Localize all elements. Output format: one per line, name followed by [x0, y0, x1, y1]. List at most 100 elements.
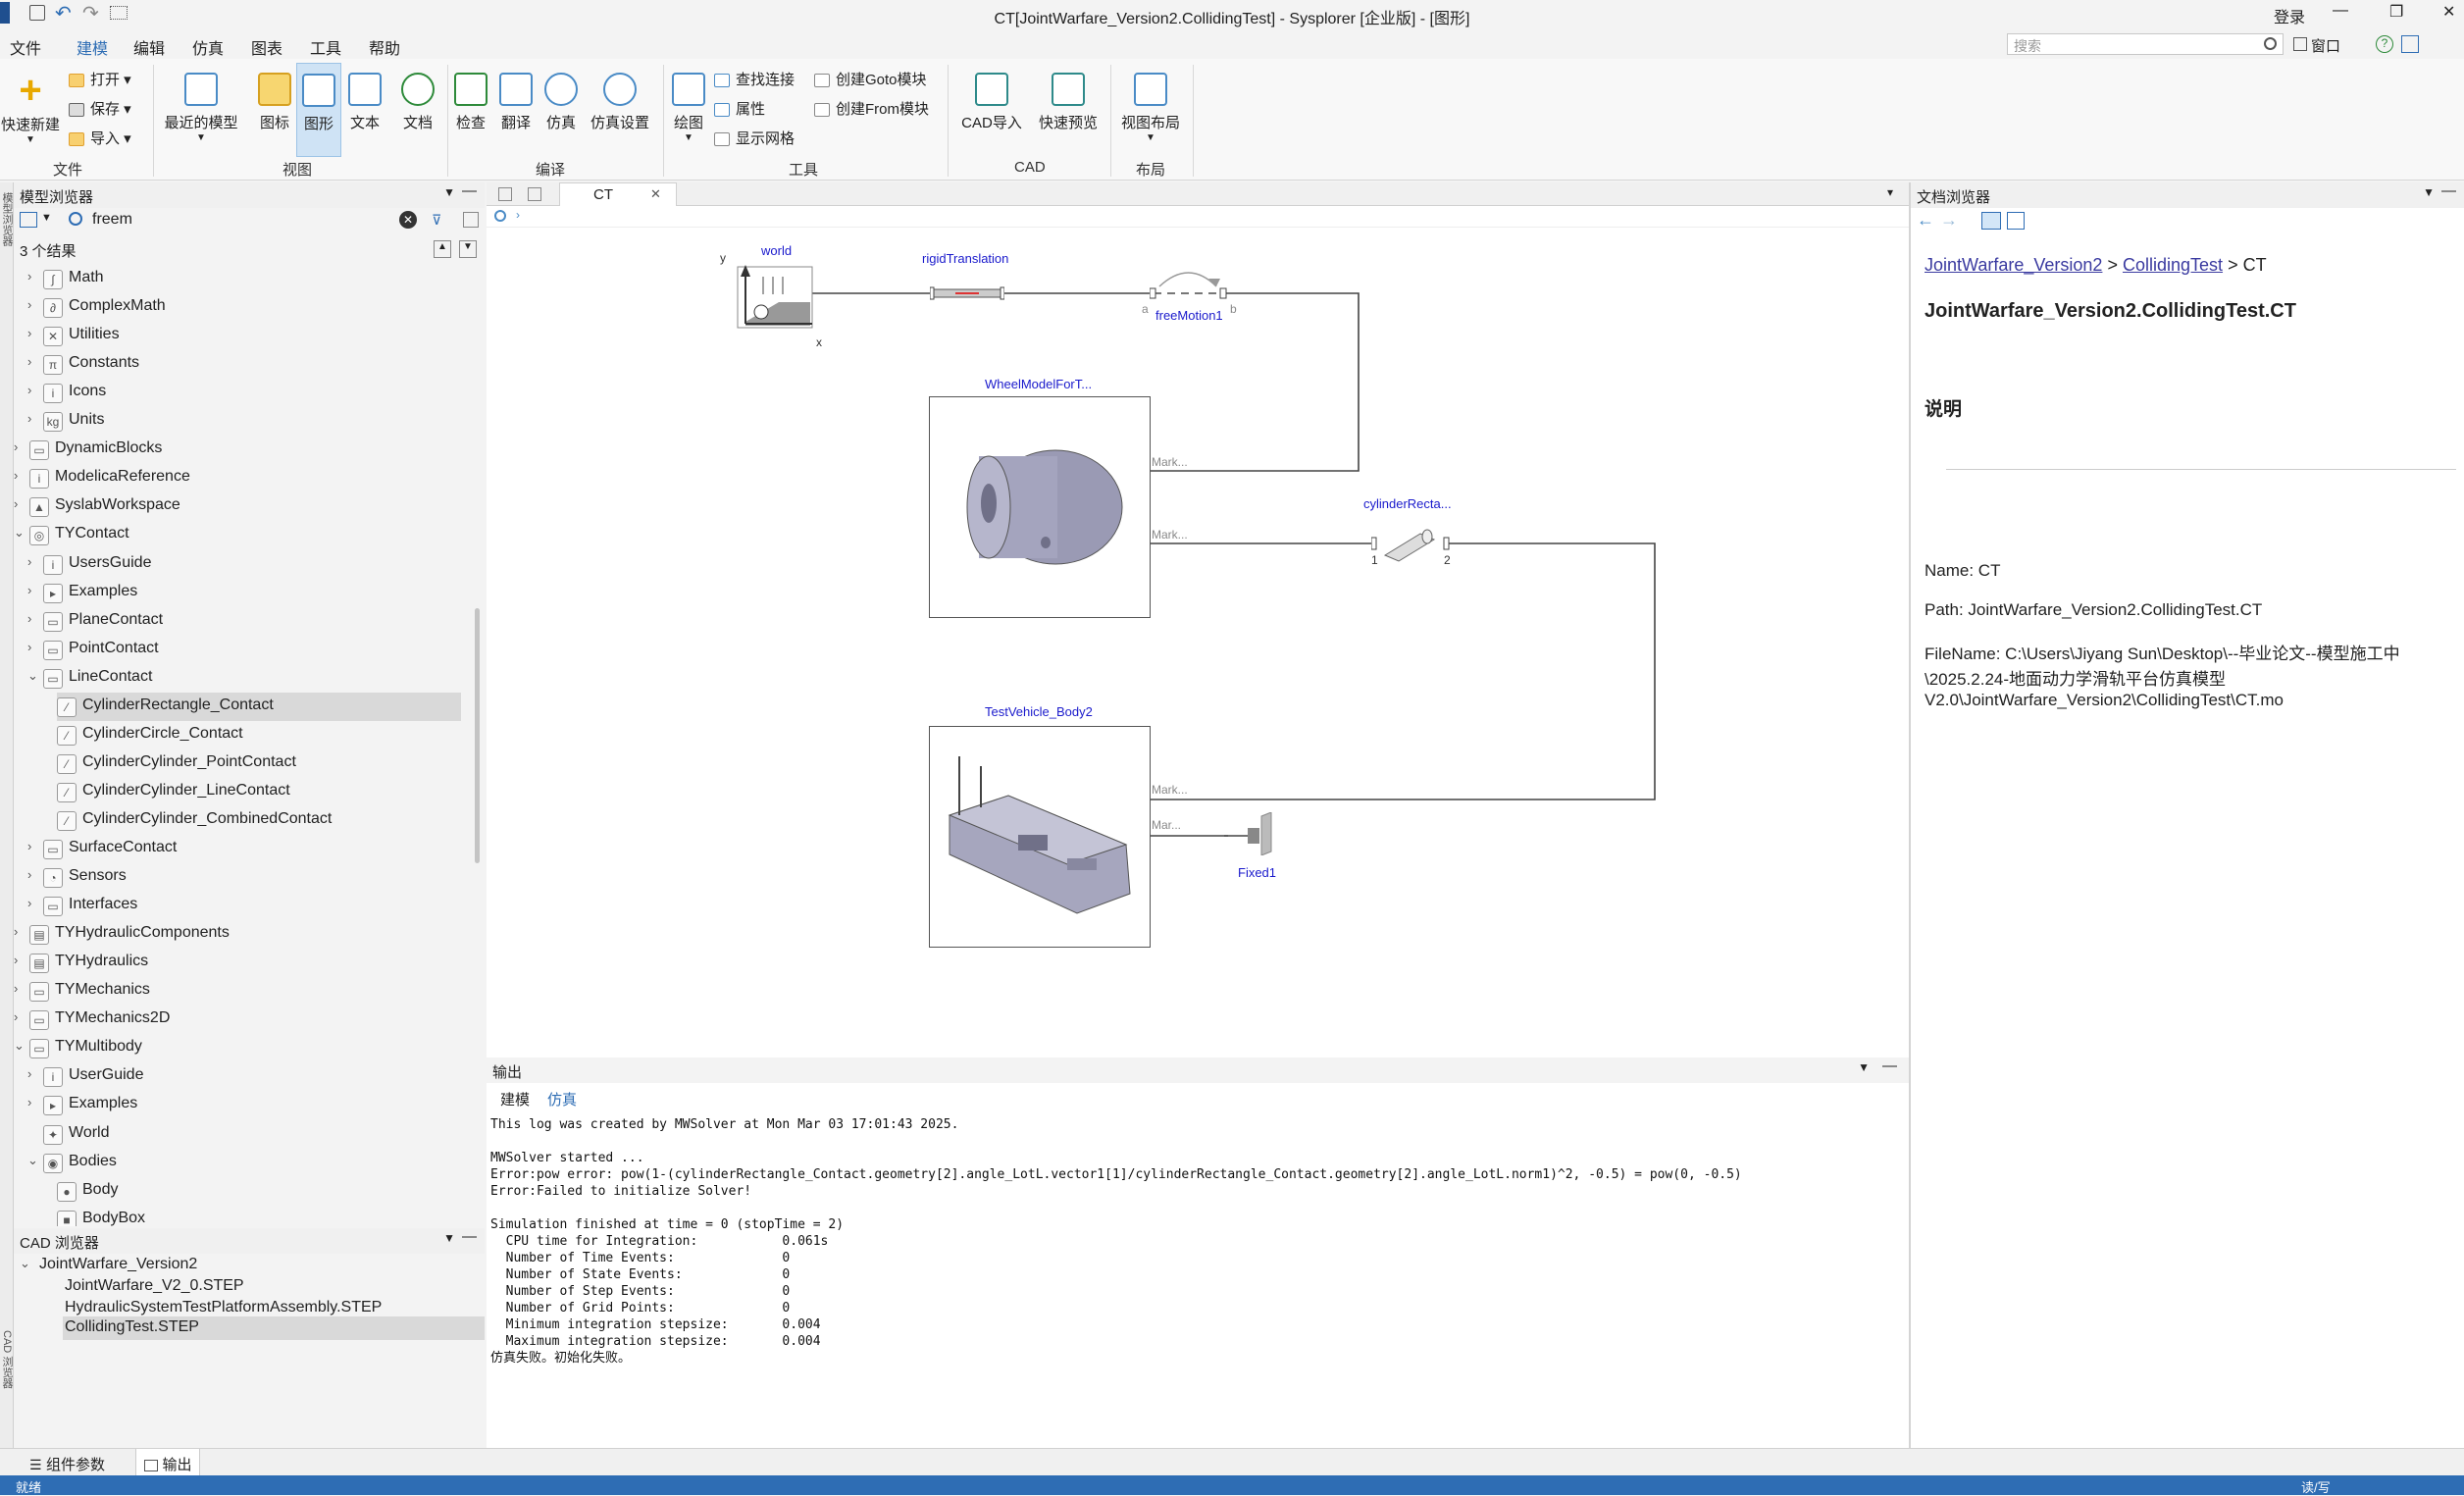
import-button[interactable]: 导入 ▾ — [69, 128, 131, 148]
icon-tool-icon[interactable] — [528, 187, 541, 201]
tree-item[interactable]: › ▭ PlaneContact — [14, 607, 477, 636]
tree-item[interactable]: › ▭ SurfaceContact — [14, 835, 477, 863]
breadcrumb-link-package[interactable]: JointWarfare_Version2 — [1925, 255, 2102, 275]
doc-menu-icon[interactable]: ▼ — [2423, 185, 2435, 199]
tree-item[interactable]: › ▭ PointContact — [14, 636, 477, 664]
side-tab-cad-browser[interactable]: CAD 浏览器 — [0, 1330, 15, 1388]
collapsed-chevron-icon[interactable]: › — [14, 1009, 18, 1024]
view-layout-button[interactable]: 视图布局 ▼ — [1118, 73, 1183, 143]
tree-item[interactable]: › ▭ Interfaces — [14, 892, 477, 920]
diagram-canvas[interactable]: world y x rigidTranslation a b freeMotio… — [487, 228, 1909, 1058]
filter-icon[interactable]: ⊽ — [432, 212, 441, 229]
collapsed-chevron-icon[interactable]: › — [27, 611, 31, 626]
expanded-chevron-icon[interactable]: ⌄ — [14, 525, 25, 541]
window-menu[interactable]: 窗口 — [2311, 35, 2340, 56]
collapsed-chevron-icon[interactable]: › — [14, 981, 18, 996]
save-button[interactable]: 保存 ▾ — [69, 98, 131, 119]
cylinder-rect-block[interactable] — [1370, 518, 1450, 565]
breadcrumb-link-colliding[interactable]: CollidingTest — [2123, 255, 2223, 275]
tab-ct[interactable]: CT ✕ — [559, 182, 677, 206]
draw-button[interactable]: 绘图 ▼ — [667, 73, 710, 143]
icon-view-button[interactable]: 图标 — [253, 73, 296, 132]
show-grid-button[interactable]: 显示网格 — [714, 128, 795, 148]
doc-view-button[interactable]: 文档 — [396, 73, 439, 132]
tab-component-params[interactable]: ☰ 组件参数 — [24, 1449, 111, 1476]
tree-item[interactable]: › ▸ Examples — [14, 1091, 477, 1119]
tree-item[interactable]: ✦ World — [14, 1120, 477, 1149]
expanded-chevron-icon[interactable]: ⌄ — [27, 1153, 38, 1168]
help-icon[interactable]: ? — [2376, 35, 2393, 53]
login-link[interactable]: 登录 — [2274, 4, 2305, 27]
side-tab-model-browser[interactable]: 模型浏览器 — [0, 192, 15, 246]
create-from-button[interactable]: 创建From模块 — [814, 98, 929, 119]
tree-item[interactable]: ⁄ CylinderCircle_Contact — [14, 721, 477, 749]
window-menu-icon[interactable] — [2293, 37, 2307, 51]
collapsed-chevron-icon[interactable]: › — [27, 839, 31, 853]
tree-item[interactable]: › i UserGuide — [14, 1062, 477, 1091]
test-vehicle-block[interactable] — [929, 726, 1151, 948]
output-tab-modeling[interactable]: 建模 — [500, 1089, 530, 1109]
prev-result-icon[interactable]: ▲ — [434, 240, 451, 258]
tree-item[interactable]: ■ BodyBox — [14, 1206, 477, 1226]
tab-list-icon[interactable]: ▾ — [1887, 185, 1893, 199]
wheel-model-block[interactable] — [929, 396, 1151, 618]
find-connection-button[interactable]: 查找连接 — [714, 69, 795, 89]
tree-item[interactable]: › i Icons — [14, 379, 477, 407]
output-minimize-icon[interactable]: — — [1882, 1058, 1897, 1074]
translate-button[interactable]: 翻译 — [494, 73, 538, 132]
tree-item[interactable]: ⌄ ▭ LineContact — [14, 664, 477, 693]
search-input-box[interactable]: 搜索 — [2007, 33, 2284, 55]
cad-item-selected[interactable]: CollidingTest.STEP — [63, 1316, 485, 1340]
collapsed-chevron-icon[interactable]: › — [27, 583, 31, 597]
tab-close-icon[interactable]: ✕ — [650, 186, 661, 202]
cad-panel-minimize-icon[interactable]: — — [462, 1228, 477, 1245]
diagram-tool-icon[interactable] — [498, 187, 512, 201]
collapsed-chevron-icon[interactable]: › — [27, 297, 31, 312]
sim-settings-button[interactable]: 仿真设置 — [587, 73, 653, 132]
collapsed-chevron-icon[interactable]: › — [27, 326, 31, 340]
tree-item[interactable]: › kg Units — [14, 407, 477, 436]
tree-item-selected[interactable]: ⁄ CylinderRectangle_Contact — [57, 692, 461, 721]
collapsed-chevron-icon[interactable]: › — [14, 924, 18, 939]
tree-item[interactable]: ● Body — [14, 1177, 477, 1206]
tree-item[interactable]: ⌄ ◎ TYContact — [14, 521, 477, 549]
collapsed-chevron-icon[interactable]: › — [27, 640, 31, 654]
free-motion-block[interactable] — [1149, 265, 1228, 302]
clear-search-icon[interactable]: ✕ — [399, 211, 417, 229]
view-mode-dropdown-icon[interactable]: ▼ — [41, 212, 52, 224]
panel-minimize-icon[interactable]: — — [462, 182, 477, 199]
create-goto-button[interactable]: 创建Goto模块 — [814, 69, 927, 89]
collapsed-chevron-icon[interactable]: › — [27, 1095, 31, 1109]
panel-menu-icon[interactable]: ▼ — [443, 185, 455, 199]
collapsed-chevron-icon[interactable]: › — [27, 1066, 31, 1081]
output-menu-icon[interactable]: ▼ — [1858, 1060, 1870, 1074]
properties-button[interactable]: 属性 — [714, 98, 765, 119]
tree-item[interactable]: › ▤ TYHydraulicComponents — [14, 920, 477, 949]
collapsed-chevron-icon[interactable]: › — [27, 867, 31, 882]
breadcrumb-arrow-icon[interactable]: › — [516, 208, 520, 222]
tree-item[interactable]: › ▭ TYMechanics2D — [14, 1006, 477, 1034]
collapsed-chevron-icon[interactable]: › — [27, 354, 31, 369]
menu-edit[interactable]: 编辑 — [133, 35, 165, 59]
menu-help[interactable]: 帮助 — [369, 35, 400, 59]
menu-simulate[interactable]: 仿真 — [192, 35, 224, 59]
collapsed-chevron-icon[interactable]: › — [27, 269, 31, 284]
model-tree-scrollbar[interactable] — [475, 608, 480, 863]
tree-item[interactable]: › ▤ TYHydraulics — [14, 949, 477, 977]
collapsed-chevron-icon[interactable]: › — [27, 383, 31, 397]
tree-item[interactable]: ⌄ ▭ TYMultibody — [14, 1034, 477, 1062]
collapsed-chevron-icon[interactable]: › — [14, 496, 18, 511]
tree-item[interactable]: › ∂ ComplexMath — [14, 293, 477, 322]
next-result-icon[interactable]: ▼ — [459, 240, 477, 258]
rigid-translation-block[interactable] — [929, 284, 1005, 302]
collapsed-chevron-icon[interactable]: › — [14, 953, 18, 967]
tree-item[interactable]: › ∫ Math — [14, 265, 477, 293]
view-mode-icon[interactable] — [20, 212, 37, 228]
cad-panel-menu-icon[interactable]: ▼ — [443, 1231, 455, 1245]
expanded-chevron-icon[interactable]: ⌄ — [14, 1038, 25, 1054]
check-button[interactable]: 检查 — [449, 73, 492, 132]
tree-item[interactable]: › π Constants — [14, 350, 477, 379]
tree-item[interactable]: › ▭ DynamicBlocks — [14, 436, 477, 464]
recent-models-button[interactable]: 最近的模型 ▼ — [159, 73, 243, 143]
diagram-view-button[interactable]: 图形 — [296, 63, 341, 157]
